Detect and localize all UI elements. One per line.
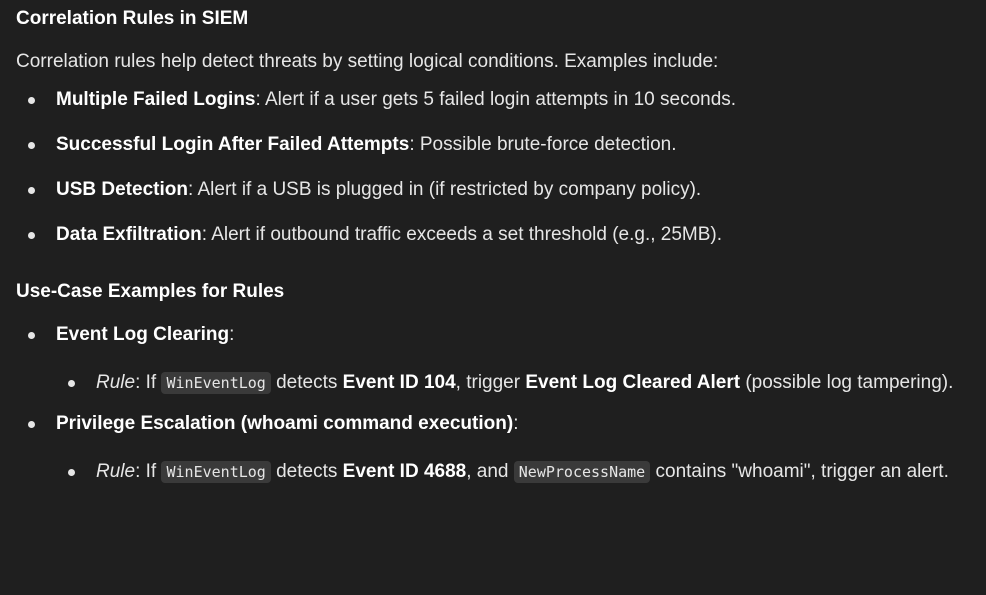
list-item-term: Event Log Clearing [56, 324, 230, 345]
list-item: Event Log Clearing: [16, 320, 966, 350]
section-heading-use-case-examples: Use-Case Examples for Rules [16, 281, 285, 302]
bullet-icon [68, 380, 75, 387]
rule-text: , trigger [455, 372, 526, 393]
list-item-term: Data Exfiltration [56, 224, 202, 245]
list-item-term-suffix: : [229, 324, 235, 345]
rule-text: contains "whoami", trigger an alert. [650, 461, 949, 482]
rule-item: Rule: If WinEventLog detects Event ID 46… [16, 454, 956, 490]
list-item: Privilege Escalation (whoami command exe… [16, 409, 966, 439]
correlation-rules-list: Multiple Failed Logins: Alert if a user … [16, 85, 966, 250]
intro-paragraph: Correlation rules help detect threats by… [16, 51, 719, 72]
list-item-desc: : Alert if outbound traffic exceeds a se… [201, 224, 723, 245]
list-item-term: Successful Login After Failed Attempts [56, 134, 410, 155]
bullet-icon [28, 332, 35, 339]
list-item-term: USB Detection [56, 179, 188, 200]
bullet-icon [28, 421, 35, 428]
rule-label: Rule [96, 372, 136, 393]
rule-bold: Event ID 104 [342, 372, 456, 393]
list-item-term-suffix: : [513, 413, 519, 434]
use-case-list: Privilege Escalation (whoami command exe… [16, 409, 966, 439]
list-item: Data Exfiltration: Alert if outbound tra… [16, 220, 966, 250]
list-item-term: Multiple Failed Logins [56, 89, 256, 110]
rule-bold: Event Log Cleared Alert [525, 372, 741, 393]
bullet-icon [28, 232, 35, 239]
list-item-desc: : Possible brute-force detection. [409, 134, 677, 155]
use-case-sublist: Rule: If WinEventLog detects Event ID 10… [16, 365, 966, 401]
rule-text: , and [466, 461, 514, 482]
bullet-icon [28, 97, 35, 104]
use-case-sublist: Rule: If WinEventLog detects Event ID 46… [16, 454, 966, 490]
inline-code: WinEventLog [161, 461, 271, 483]
inline-code: WinEventLog [161, 372, 271, 394]
document-body: Correlation Rules in SIEM Correlation ru… [16, 4, 966, 490]
list-item-term: Privilege Escalation (whoami command exe… [56, 413, 514, 434]
inline-code: NewProcessName [513, 461, 651, 483]
rule-label: Rule [96, 461, 136, 482]
list-item-desc: : Alert if a user gets 5 failed login at… [255, 89, 737, 110]
bullet-icon [28, 187, 35, 194]
rule-item: Rule: If WinEventLog detects Event ID 10… [16, 365, 956, 401]
bullet-icon [28, 142, 35, 149]
rule-text: : If [135, 461, 162, 482]
list-item: Successful Login After Failed Attempts: … [16, 130, 966, 160]
list-item: Multiple Failed Logins: Alert if a user … [16, 85, 966, 115]
rule-text: (possible log tampering). [740, 372, 954, 393]
rule-text: detects [270, 372, 343, 393]
bullet-icon [68, 469, 75, 476]
section-heading-correlation-rules: Correlation Rules in SIEM [16, 8, 249, 29]
rule-text: : If [135, 372, 162, 393]
list-item: USB Detection: Alert if a USB is plugged… [16, 175, 966, 205]
rule-text: detects [270, 461, 343, 482]
rule-bold: Event ID 4688 [342, 461, 467, 482]
use-case-list: Event Log Clearing: [16, 320, 966, 350]
list-item-desc: : Alert if a USB is plugged in (if restr… [187, 179, 702, 200]
